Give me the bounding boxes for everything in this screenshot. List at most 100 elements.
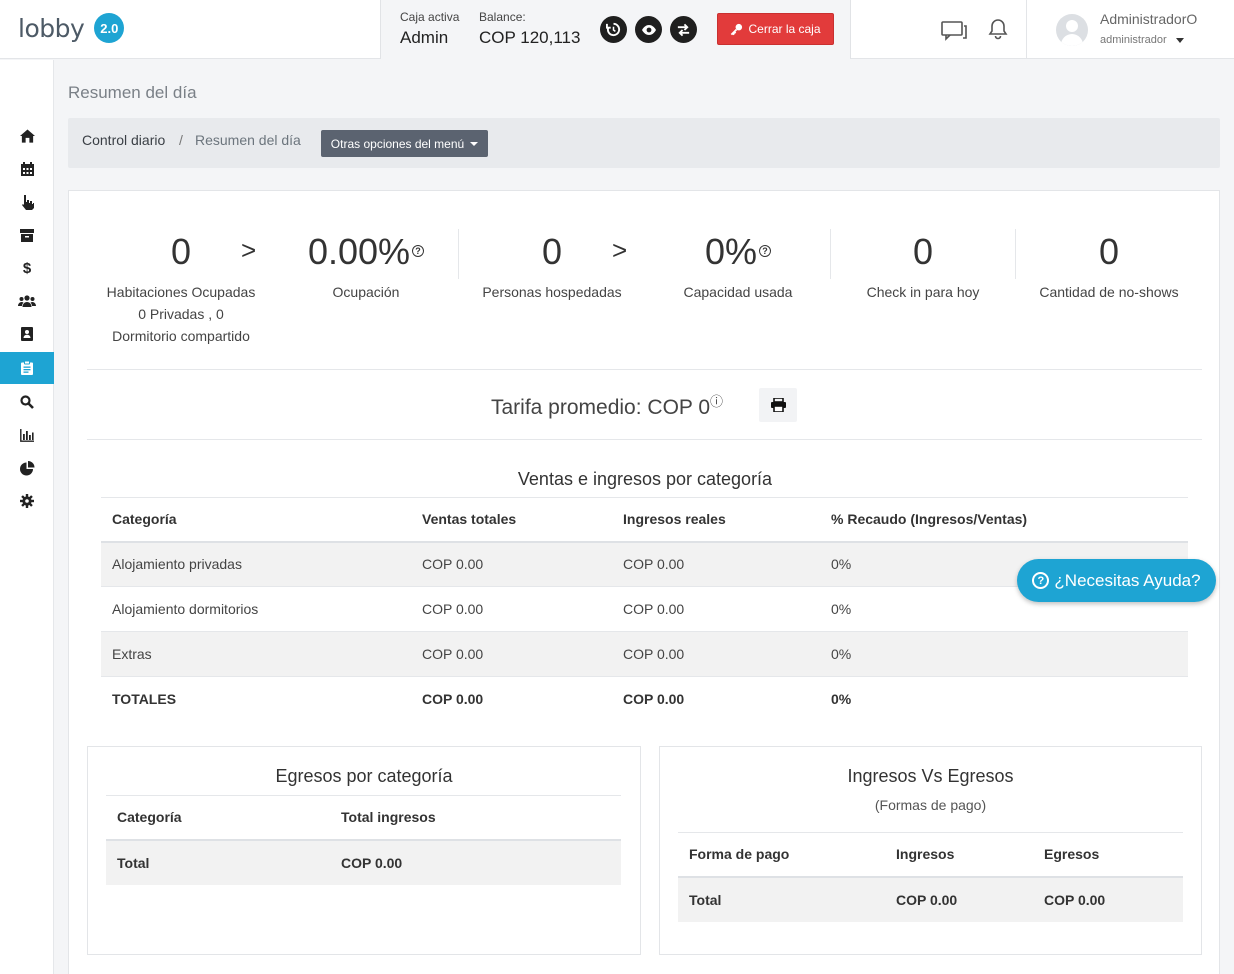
table-header-row: Forma de pago Ingresos Egresos [678,832,1183,878]
key-icon [731,23,743,35]
checkin-label: Check in para hoy [866,284,980,300]
sidebar-item-pointer[interactable] [0,186,54,218]
printer-icon [770,398,786,412]
active-cashbox: Caja activa Admin [400,10,459,48]
column-header: Ventas totales [411,497,612,543]
column-header: Forma de pago [678,832,885,878]
sidebar-item-users[interactable] [0,285,54,317]
breadcrumb-separator: / [179,132,183,148]
checkin-value: 0 [912,231,934,272]
income-vs-expenses-card: Ingresos Vs Egresos (Formas de pago) For… [659,746,1202,955]
guests-value: 0 [541,231,563,272]
table-cell: COP 0.00 [411,676,612,722]
chevron-down-icon [1175,37,1184,43]
sidebar-item-home[interactable] [0,120,54,152]
avatar [1056,14,1088,46]
sidebar-item-settings[interactable] [0,485,54,517]
view-button[interactable] [635,16,662,43]
sales-section-title: Ventas e ingresos por categoría [517,469,773,489]
expenses-card: Egresos por categoría Categoría Total in… [87,746,641,955]
arrow-separator: > [612,235,628,265]
sidebar-item-daily-control[interactable] [0,352,54,384]
help-label: ¿Necesitas Ayuda? [1054,570,1201,590]
pointer-hand-icon [21,194,34,210]
divider [1015,229,1016,279]
help-icon[interactable]: ⓘ [710,394,723,409]
expenses-title: Egresos por categoría [275,766,453,786]
column-header: Total ingresos [330,795,621,841]
sidebar-item-calendar[interactable] [0,153,54,185]
column-header: Ingresos reales [612,497,820,543]
caret-down-icon [470,141,479,146]
sidebar-item-statistics[interactable] [0,452,54,484]
search-icon [20,395,34,409]
sidebar-item-search[interactable] [0,386,54,418]
chat-icon [941,21,967,41]
messages-button[interactable] [940,18,968,47]
expenses-table: Categoría Total ingresos Total COP 0.00 [106,795,621,885]
breadcrumb-link-daily-control[interactable]: Control diario [82,132,165,148]
column-header: Categoría [106,795,330,841]
pie-chart-icon [19,460,34,475]
bell-icon [988,19,1008,40]
table-cell: Alojamiento privadas [101,541,411,587]
sidebar-item-archive[interactable] [0,219,54,251]
history-button[interactable] [600,16,627,43]
close-cashbox-button[interactable]: Cerrar la caja [717,13,834,45]
payment-methods-table: Forma de pago Ingresos Egresos Total COP… [678,832,1183,922]
sidebar-item-contacts[interactable] [0,318,54,350]
table-cell: COP 0.00 [612,541,820,587]
table-row-totals: TOTALES COP 0.00 COP 0.00 0% [101,676,1188,722]
stat-guests: 0 Personas hospedadas [472,231,632,303]
bar-chart-icon [20,428,34,442]
other-menu-options-button[interactable]: Otras opciones del menú [321,130,488,157]
home-icon [19,129,35,143]
income-vs-expenses-subtitle: (Formas de pago) [874,797,987,813]
guests-label: Personas hospedadas [482,284,622,300]
capacity-label: Capacidad usada [683,284,793,300]
transfer-button[interactable] [670,16,697,43]
divider [87,369,1202,370]
table-cell: COP 0.00 [612,676,820,722]
active-cashbox-value: Admin [400,28,449,47]
average-rate: Tarifa promedio: COP 0ⓘ [491,394,724,419]
top-header: lobby 2.0 Caja activa Admin Balance: COP… [0,0,1234,59]
gear-icon [20,494,34,508]
stat-checkin: 0 Check in para hoy [843,231,1003,303]
column-header: % Recaudo (Ingresos/Ventas) [820,497,1188,543]
noshows-value: 0 [1098,231,1120,272]
table-cell: 0% [820,676,1188,722]
version-badge: 2.0 [94,13,125,43]
balance-value: COP 120,113 [479,28,581,47]
table-cell: TOTALES [101,676,411,722]
table-cell: Extras [101,631,411,677]
close-cashbox-label: Cerrar la caja [748,22,821,36]
rooms-occupied-label: Habitaciones Ocupadas 0 Privadas , 0 Dor… [106,284,256,344]
column-header: Egresos [1033,832,1183,878]
table-cell: COP 0.00 [330,839,621,885]
capacity-value: 0%? [658,231,818,273]
table-row: Total COP 0.00 COP 0.00 [678,876,1183,922]
sidebar-item-finance[interactable]: $ [0,252,54,284]
divider [458,229,459,279]
brand-logo[interactable]: lobby 2.0 [18,13,125,43]
help-icon[interactable]: ? [412,245,425,258]
help-icon[interactable]: ? [759,245,772,258]
column-header: Ingresos [885,832,1033,878]
noshows-label: Cantidad de no-shows [1039,284,1179,300]
table-cell: 0% [820,631,1188,677]
user-name: AdministradorO [1100,11,1198,27]
user-menu[interactable]: AdministradorO administrador [1026,0,1234,59]
sidebar-item-reports[interactable] [0,419,54,451]
print-button[interactable] [759,388,797,422]
breadcrumb: Control diario / Resumen del día Otras o… [68,118,1220,168]
notifications-button[interactable] [988,18,1008,45]
help-button[interactable]: ? ¿Necesitas Ayuda? [1017,559,1216,602]
calendar-icon [20,162,34,176]
table-row: Total COP 0.00 [106,839,621,885]
user-role: administrador [1100,34,1184,46]
arrow-separator: > [241,235,257,265]
table-cell: Total [106,839,330,885]
dollar-icon: $ [22,259,32,277]
stat-capacity: 0%? Capacidad usada [658,231,818,303]
